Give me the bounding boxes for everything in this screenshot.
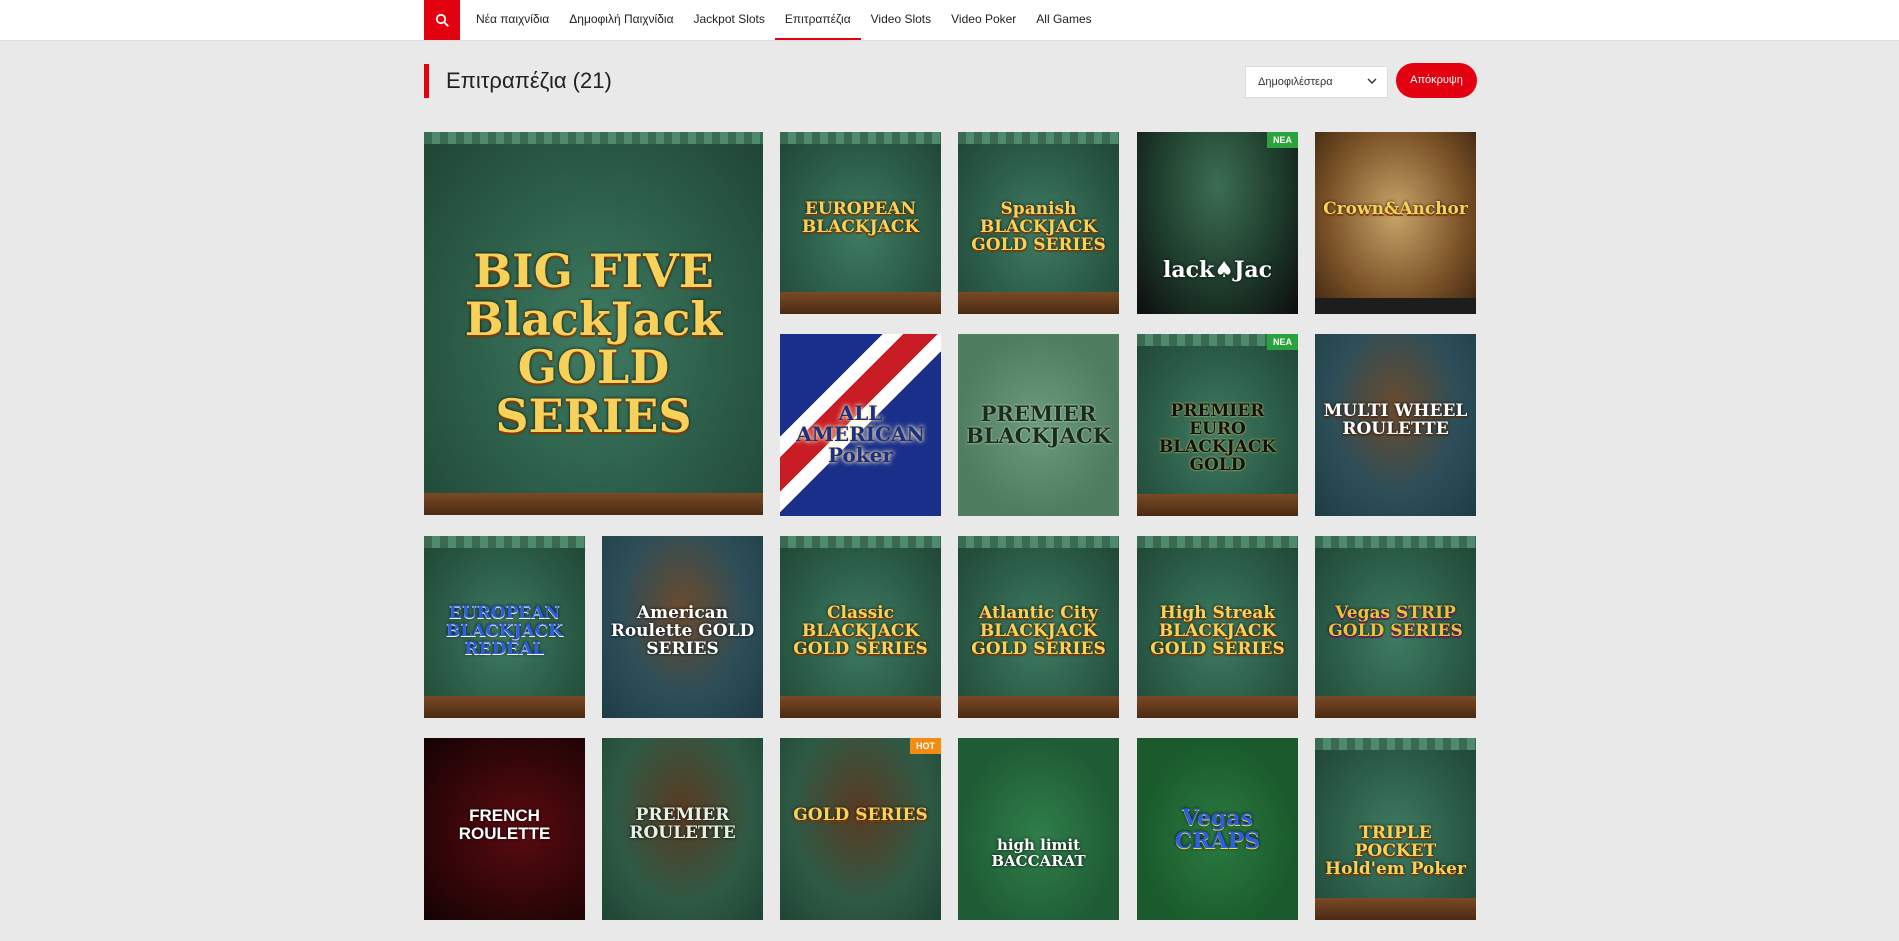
- tile-decoration: [1137, 696, 1298, 718]
- tile-decoration: [780, 292, 941, 314]
- new-badge: ΝΕΑ: [1266, 334, 1298, 350]
- tab-popular-games[interactable]: Δημοφιλή Παιχνίδια: [559, 0, 683, 40]
- game-tile-spanish-blackjack[interactable]: Spanish BLACKJACK GOLD SERIES: [958, 132, 1119, 314]
- game-title: PREMIER EURO BLACKJACK GOLD: [1158, 401, 1277, 475]
- game-tile-premier-blackjack[interactable]: PREMIER BLACKJACK: [958, 334, 1119, 516]
- category-tabs: Νέα παιχνίδια Δημοφιλή Παιχνίδια Jackpot…: [466, 0, 1102, 40]
- tile-decoration: [958, 132, 1119, 144]
- game-title: Vegas CRAPS: [1174, 805, 1261, 855]
- game-title: EUROPEAN BLACKJACK REDEAL: [445, 603, 564, 659]
- game-tile-high-streak-blackjack[interactable]: High Streak BLACKJACK GOLD SERIES: [1137, 536, 1298, 718]
- game-tile-gold-series-roulette[interactable]: GOLD SERIES HOT: [780, 738, 941, 920]
- game-title: MULTI WHEEL ROULETTE: [1323, 401, 1468, 439]
- game-title: PREMIER ROULETTE: [629, 805, 736, 843]
- game-tile-all-american-poker[interactable]: ALL AMERICAN Poker: [780, 334, 941, 516]
- game-tile-atlantic-city-blackjack[interactable]: Atlantic City BLACKJACK GOLD SERIES: [958, 536, 1119, 718]
- tab-jackpot-slots[interactable]: Jackpot Slots: [684, 0, 775, 40]
- game-tile-premier-roulette[interactable]: PREMIER ROULETTE: [602, 738, 763, 920]
- game-title: high limit BACCARAT: [991, 836, 1086, 870]
- game-tile-triple-pocket-holdem-poker[interactable]: TRIPLE POCKET Hold'em Poker: [1315, 738, 1476, 920]
- game-tile-multi-wheel-roulette[interactable]: MULTI WHEEL ROULETTE: [1315, 334, 1476, 516]
- hot-badge: HOT: [910, 738, 941, 754]
- tile-decoration: [1315, 738, 1476, 750]
- sort-dropdown[interactable]: Δημοφιλέστερα: [1245, 66, 1388, 98]
- game-title: Vegas STRIP GOLD SERIES: [1328, 603, 1463, 641]
- tab-table-games[interactable]: Επιτραπέζια: [774, 0, 861, 40]
- section-header: Επιτραπέζια (21) Δημοφιλέστερα Απόκρυψη: [424, 62, 1478, 100]
- game-title: High Streak BLACKJACK GOLD SERIES: [1150, 603, 1285, 659]
- game-tile-premier-euro-blackjack-gold[interactable]: PREMIER EURO BLACKJACK GOLD ΝΕΑ: [1137, 334, 1298, 516]
- tab-all-games[interactable]: All Games: [1026, 0, 1101, 40]
- tile-decoration: [958, 536, 1119, 548]
- game-title: lack♠Jac: [1162, 257, 1273, 284]
- tile-decoration: [1315, 898, 1476, 920]
- hide-button[interactable]: Απόκρυψη: [1396, 63, 1477, 98]
- game-title: EUROPEAN BLACKJACK: [801, 199, 920, 237]
- tab-video-slots[interactable]: Video Slots: [861, 0, 942, 40]
- game-title: PREMIER BLACKJACK: [966, 401, 1111, 449]
- tile-decoration: [1315, 536, 1476, 548]
- game-tile-high-limit-baccarat[interactable]: high limit BACCARAT: [958, 738, 1119, 920]
- game-title: BIG FIVE BlackJack GOLD SERIES: [464, 243, 723, 443]
- game-tile-european-blackjack[interactable]: EUROPEAN BLACKJACK: [780, 132, 941, 314]
- tile-decoration: [958, 292, 1119, 314]
- game-title: TRIPLE POCKET Hold'em Poker: [1325, 823, 1466, 880]
- tile-decoration: [424, 696, 585, 718]
- game-title: Spanish BLACKJACK GOLD SERIES: [971, 199, 1106, 255]
- game-tile-crown-and-anchor[interactable]: Crown&Anchor: [1315, 132, 1476, 314]
- tile-decoration: [424, 493, 763, 515]
- search-button[interactable]: [424, 0, 460, 40]
- tile-decoration: [1137, 494, 1298, 516]
- tile-decoration: [424, 132, 763, 144]
- game-title: Crown&Anchor: [1323, 199, 1468, 220]
- tab-new-games[interactable]: Νέα παιχνίδια: [466, 0, 559, 40]
- game-tile-vegas-craps[interactable]: Vegas CRAPS: [1137, 738, 1298, 920]
- page-title: Επιτραπέζια (21): [446, 68, 612, 93]
- game-tile-french-roulette[interactable]: FRENCH ROULETTE: [424, 738, 585, 920]
- tile-decoration: [780, 132, 941, 144]
- game-tile-big-five-blackjack[interactable]: BIG FIVE BlackJack GOLD SERIES: [424, 132, 763, 515]
- tile-decoration: [780, 536, 941, 548]
- game-title: FRENCH ROULETTE: [458, 806, 551, 843]
- search-icon: [435, 13, 449, 27]
- new-badge: ΝΕΑ: [1266, 132, 1298, 148]
- game-tile-blackjack[interactable]: lack♠Jac ΝΕΑ: [1137, 132, 1298, 314]
- game-tile-classic-blackjack[interactable]: Classic BLACKJACK GOLD SERIES: [780, 536, 941, 718]
- game-tile-american-roulette[interactable]: American Roulette GOLD SERIES: [602, 536, 763, 718]
- tile-decoration: [958, 696, 1119, 718]
- game-title: Atlantic City BLACKJACK GOLD SERIES: [971, 603, 1106, 659]
- title-accent-bar: [424, 64, 429, 98]
- tile-decoration: [780, 696, 941, 718]
- game-title: Classic BLACKJACK GOLD SERIES: [793, 603, 928, 659]
- game-title: ALL AMERICAN Poker: [796, 401, 925, 468]
- tile-decoration: [1315, 298, 1476, 314]
- game-tile-european-blackjack-redeal[interactable]: EUROPEAN BLACKJACK REDEAL: [424, 536, 585, 718]
- tile-decoration: [1137, 536, 1298, 548]
- game-title: GOLD SERIES: [793, 805, 928, 826]
- chevron-down-icon: [1367, 67, 1377, 109]
- game-tile-vegas-strip-blackjack[interactable]: Vegas STRIP GOLD SERIES: [1315, 536, 1476, 718]
- tile-decoration: [1315, 696, 1476, 718]
- game-title: American Roulette GOLD SERIES: [610, 603, 755, 659]
- sort-dropdown-value: Δημοφιλέστερα: [1258, 76, 1333, 88]
- top-navigation-bar: Νέα παιχνίδια Δημοφιλή Παιχνίδια Jackpot…: [0, 0, 1899, 41]
- tab-video-poker[interactable]: Video Poker: [941, 0, 1026, 40]
- tile-decoration: [424, 536, 585, 548]
